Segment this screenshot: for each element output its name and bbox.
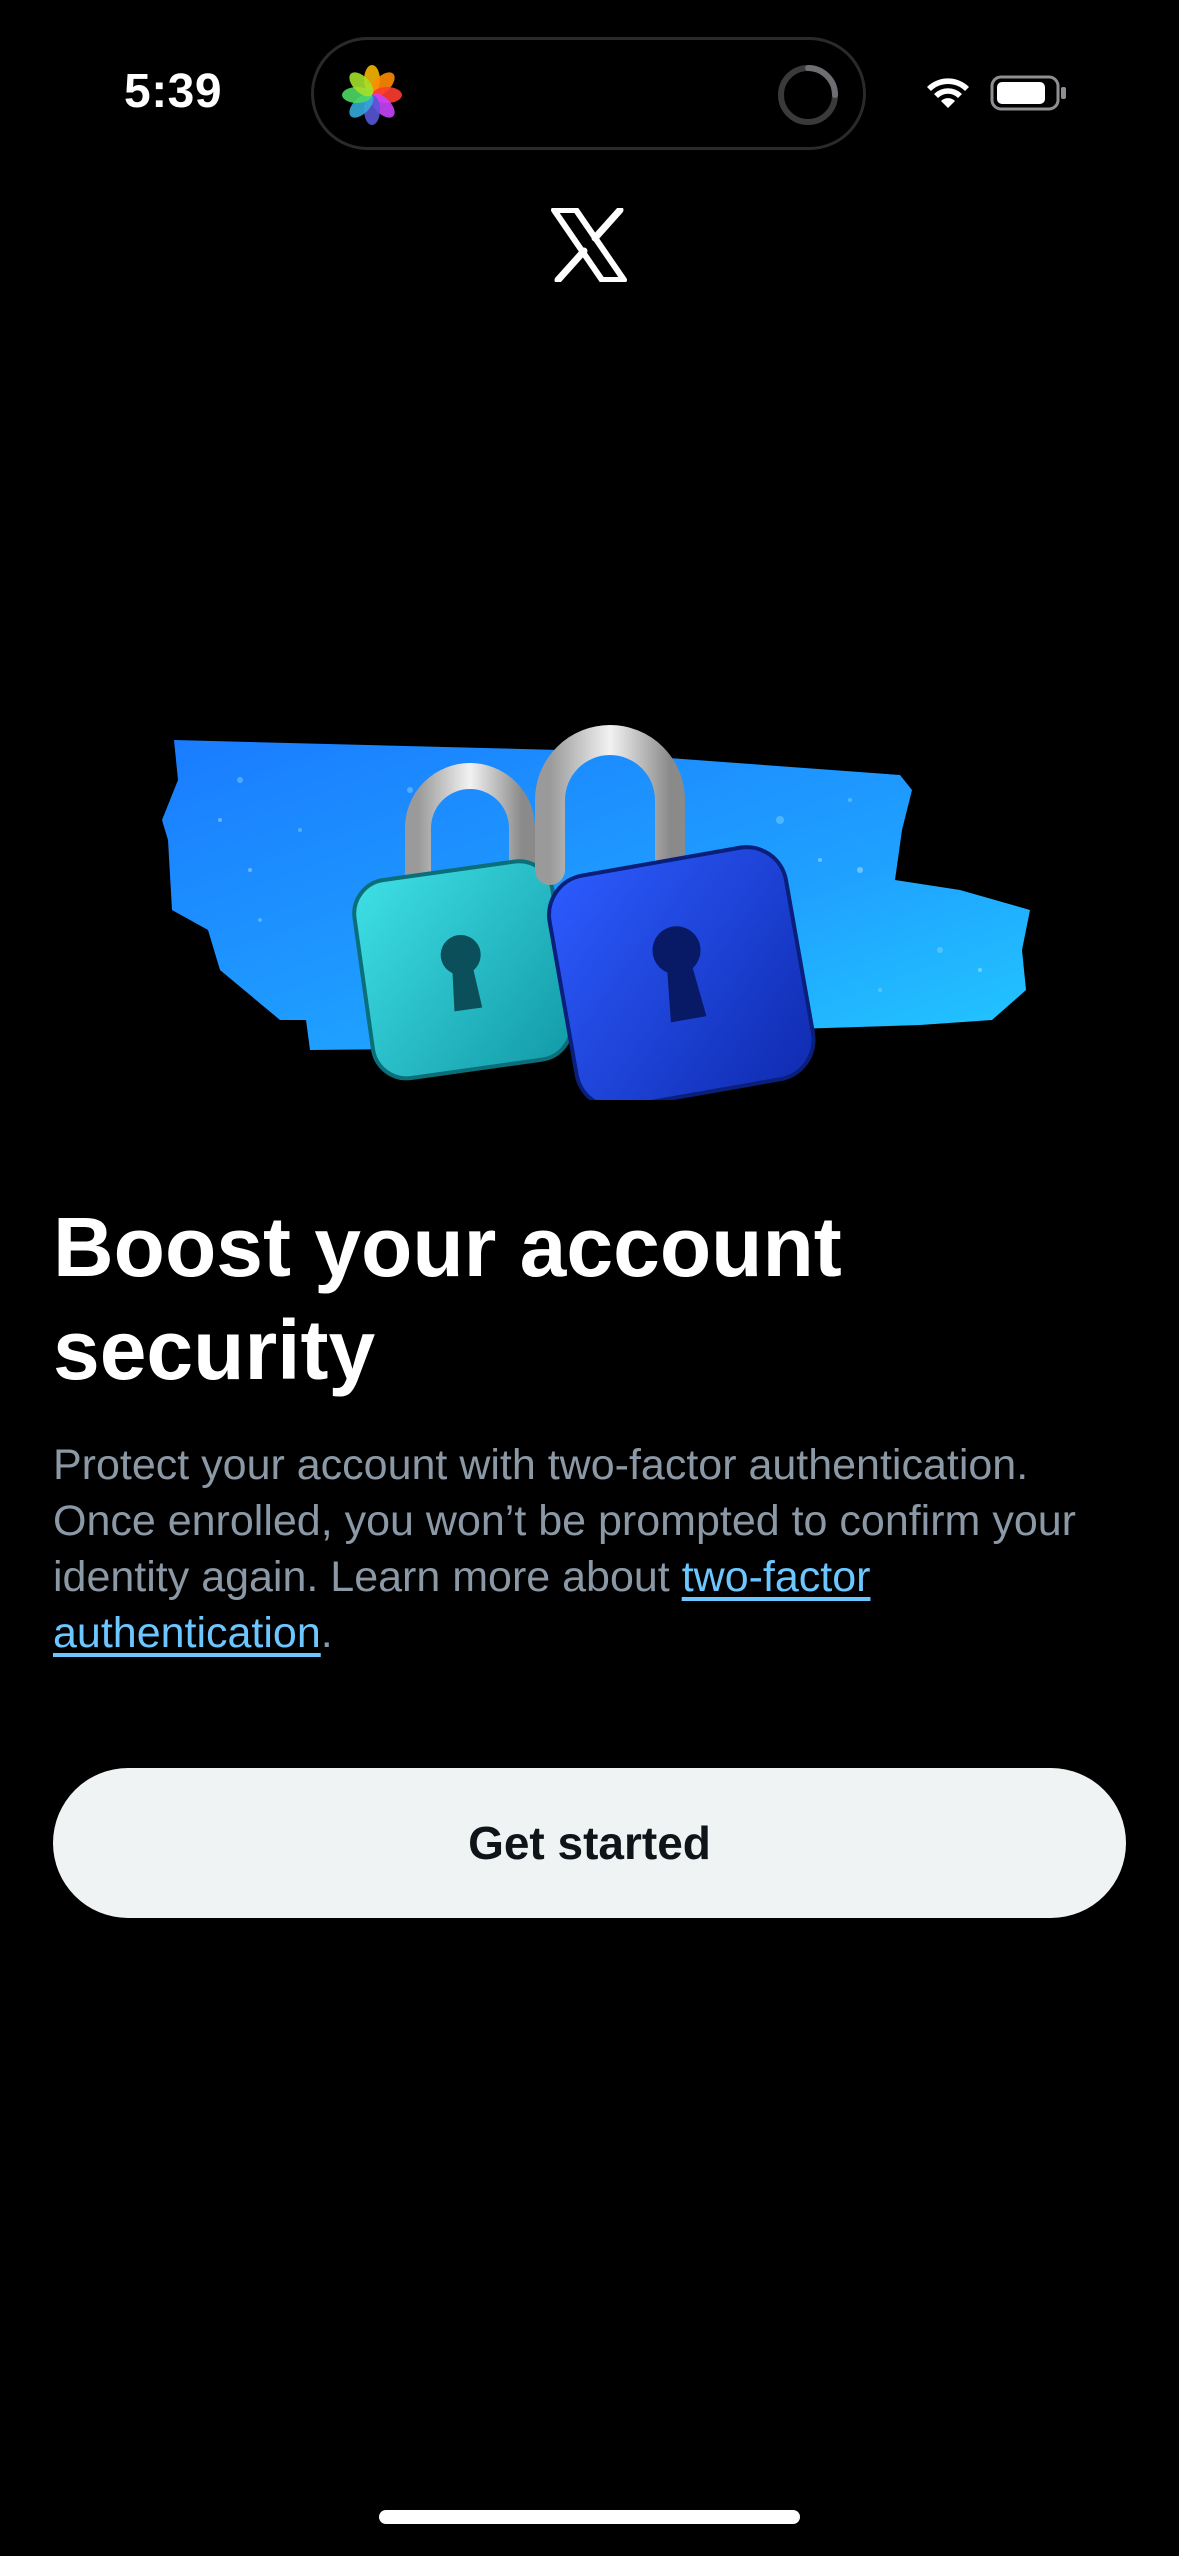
battery-icon xyxy=(990,75,1066,111)
description-period: . xyxy=(320,1609,333,1657)
page-title: Boost your account security xyxy=(53,1200,842,1397)
description: Protect your account with two-factor aut… xyxy=(53,1437,1133,1661)
get-started-button[interactable]: Get started xyxy=(53,1768,1126,1918)
description-text: Protect your account with two-factor aut… xyxy=(53,1441,1076,1601)
status-time: 5:39 xyxy=(124,65,223,118)
dynamic-island[interactable] xyxy=(311,37,866,150)
status-bar: 5:39 xyxy=(0,0,1179,190)
wifi-icon xyxy=(927,78,969,108)
padlocks-illustration xyxy=(162,725,1030,1100)
photos-icon xyxy=(342,65,402,125)
x-logo-icon xyxy=(551,208,627,282)
loading-spinner-icon xyxy=(778,65,838,125)
home-indicator[interactable] xyxy=(379,2510,800,2524)
